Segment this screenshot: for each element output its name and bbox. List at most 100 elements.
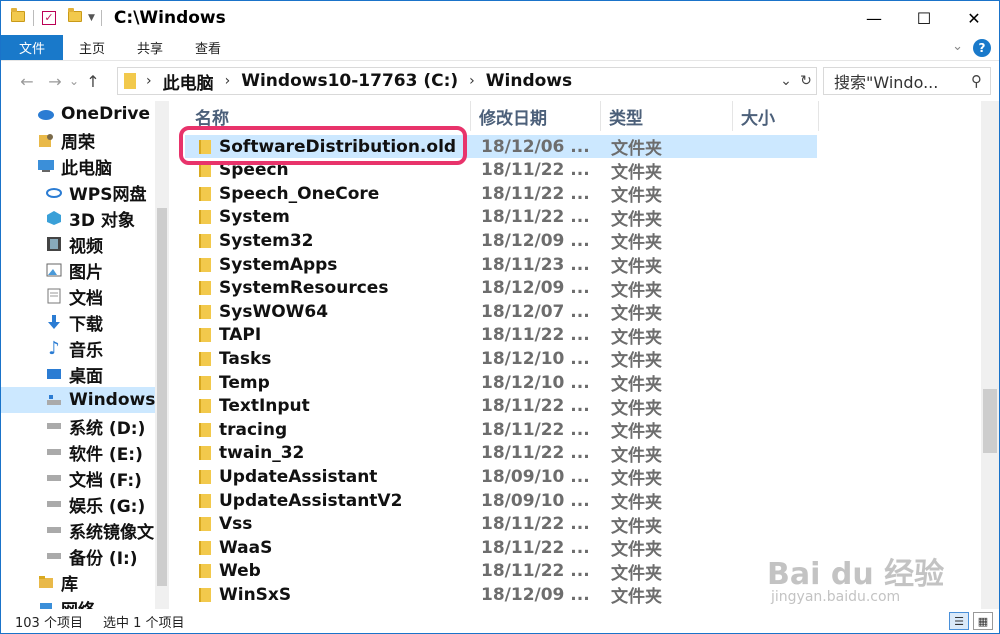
minimize-button[interactable]: —	[849, 1, 899, 35]
sidebar-item-music[interactable]: ♪ 音乐	[1, 335, 155, 361]
navigation-scrollbar[interactable]	[155, 101, 169, 609]
help-icon[interactable]: ?	[973, 39, 991, 57]
navigation-scrollbar-thumb[interactable]	[157, 208, 167, 586]
address-dropdown-icon[interactable]: ⌄	[776, 73, 796, 89]
table-row[interactable]: SysWOW64 18/12/07 ... 文件夹	[185, 300, 817, 324]
cube-icon	[45, 210, 63, 226]
search-icon[interactable]: ⚲	[971, 72, 982, 90]
table-row[interactable]: SystemResources 18/12/09 ... 文件夹	[185, 277, 817, 301]
breadcrumb-windows[interactable]: Windows	[486, 71, 572, 91]
table-row[interactable]: WaaS 18/11/22 ... 文件夹	[185, 536, 817, 560]
maximize-button[interactable]: ☐	[899, 1, 949, 35]
refresh-icon[interactable]: ↻	[796, 73, 816, 89]
folder-icon	[195, 540, 215, 555]
tab-share[interactable]: 共享	[121, 35, 179, 60]
back-button[interactable]: ←	[15, 72, 39, 91]
drive-windows-icon	[45, 392, 63, 408]
table-row[interactable]: UpdateAssistant 18/09/10 ... 文件夹	[185, 465, 817, 489]
quick-access-dropdown-icon[interactable]: ▼	[88, 13, 95, 23]
table-row[interactable]: TextInput 18/11/22 ... 文件夹	[185, 395, 817, 419]
file-name: twain_32	[219, 443, 305, 464]
sort-ascending-icon: ^	[343, 101, 352, 108]
folder-icon	[195, 186, 215, 201]
breadcrumb-separator[interactable]: ›	[225, 73, 231, 89]
sidebar-item-drive-f[interactable]: 文档 (F:)	[1, 465, 155, 491]
sidebar-item-system-image[interactable]: 系统镜像文	[1, 517, 155, 543]
sidebar-item-onedrive[interactable]: OneDrive	[1, 101, 155, 127]
table-row[interactable]: Web 18/11/22 ... 文件夹	[185, 560, 817, 584]
forward-button[interactable]: →	[43, 72, 67, 91]
sidebar-item-drive-e[interactable]: 软件 (E:)	[1, 439, 155, 465]
ribbon-tabs: 文件 主页 共享 查看 ⌄ ?	[1, 35, 999, 61]
file-modified-date: 18/12/09 ...	[481, 230, 590, 251]
tab-home[interactable]: 主页	[63, 35, 121, 60]
download-arrow-icon	[45, 314, 63, 330]
sidebar-item-pictures[interactable]: 图片	[1, 257, 155, 283]
table-row[interactable]: Temp 18/12/10 ... 文件夹	[185, 371, 817, 395]
table-row[interactable]: System 18/11/22 ... 文件夹	[185, 206, 817, 230]
breadcrumb-separator[interactable]: ›	[469, 73, 475, 89]
address-bar[interactable]: › 此电脑 › Windows10-17763 (C:) › Windows ⌄…	[117, 67, 817, 95]
breadcrumb-drive-c[interactable]: Windows10-17763 (C:)	[241, 71, 458, 91]
file-name: Vss	[219, 514, 253, 535]
table-row[interactable]: Speech 18/11/22 ... 文件夹	[185, 159, 817, 183]
properties-check-icon[interactable]: ✓	[42, 11, 56, 25]
expand-ribbon-icon[interactable]: ⌄	[952, 39, 963, 57]
close-button[interactable]: ✕	[949, 1, 999, 35]
recent-locations-icon[interactable]: ⌄	[67, 74, 81, 88]
file-type: 文件夹	[611, 398, 662, 419]
table-row[interactable]: Tasks 18/12/10 ... 文件夹	[185, 347, 817, 371]
up-button[interactable]: ↑	[81, 72, 105, 91]
sidebar-item-videos[interactable]: 视频	[1, 231, 155, 257]
sidebar-item-this-pc[interactable]: 此电脑	[1, 153, 155, 179]
new-folder-icon[interactable]	[68, 8, 82, 25]
folder-icon	[195, 304, 215, 319]
sidebar-item-network[interactable]: 网络	[1, 595, 155, 609]
folder-icon	[195, 257, 215, 272]
details-view-button[interactable]: ☰	[949, 612, 969, 630]
table-row[interactable]: Vss 18/11/22 ... 文件夹	[185, 513, 817, 537]
music-note-icon: ♪	[48, 337, 60, 359]
sidebar-item-3d-objects[interactable]: 3D 对象	[1, 205, 155, 231]
sidebar-item-wps[interactable]: WPS网盘	[1, 179, 155, 205]
table-row[interactable]: System32 18/12/09 ... 文件夹	[185, 229, 817, 253]
file-list-scrollbar[interactable]	[981, 101, 999, 609]
file-modified-date: 18/12/10 ...	[481, 372, 590, 393]
sidebar-item-library[interactable]: 库	[1, 569, 155, 595]
folder-icon	[195, 446, 215, 461]
sidebar-item-drive-d[interactable]: 系统 (D:)	[1, 413, 155, 439]
tab-file[interactable]: 文件	[1, 35, 64, 60]
table-row[interactable]: tracing 18/11/22 ... 文件夹	[185, 418, 817, 442]
sidebar-item-drive-g[interactable]: 娱乐 (G:)	[1, 491, 155, 517]
sidebar-item-downloads[interactable]: 下载	[1, 309, 155, 335]
sidebar-item-drive-i[interactable]: 备份 (I:)	[1, 543, 155, 569]
table-row[interactable]: WinSxS 18/12/09 ... 文件夹	[185, 583, 817, 607]
column-header-type[interactable]: 类型	[601, 101, 733, 131]
navigation-pane: OneDrive 周荣 此电脑 WPS网盘 3D 对象 视频 图片 文档 下载 …	[1, 101, 169, 609]
search-input[interactable]: 搜索"Windo... ⚲	[823, 67, 991, 95]
table-row[interactable]: twain_32 18/11/22 ... 文件夹	[185, 442, 817, 466]
sidebar-item-windows-drive[interactable]: Windows1	[1, 387, 155, 413]
table-row[interactable]: Speech_OneCore 18/11/22 ... 文件夹	[185, 182, 817, 206]
file-name: TextInput	[219, 396, 310, 417]
table-row[interactable]: TAPI 18/11/22 ... 文件夹	[185, 324, 817, 348]
folder-app-icon[interactable]	[11, 8, 25, 25]
column-header-size[interactable]: 大小	[733, 101, 819, 131]
column-header-date[interactable]: 修改日期	[471, 101, 601, 131]
table-row[interactable]: SystemApps 18/11/23 ... 文件夹	[185, 253, 817, 277]
sidebar-item-user[interactable]: 周荣	[1, 127, 155, 153]
file-type: 文件夹	[611, 375, 662, 395]
toolbar-divider	[100, 10, 102, 26]
large-icons-view-button[interactable]: ▦	[973, 612, 993, 630]
breadcrumb-this-pc[interactable]: 此电脑	[163, 69, 214, 94]
view-switcher: ☰ ▦	[949, 612, 993, 630]
column-header-name[interactable]: 名称 ^	[187, 101, 471, 131]
sidebar-item-documents[interactable]: 文档	[1, 283, 155, 309]
cloud-icon	[37, 106, 55, 122]
table-row[interactable]: SoftwareDistribution.old 18/12/06 ... 文件夹	[185, 135, 817, 159]
tab-view[interactable]: 查看	[179, 35, 237, 60]
file-list-scrollbar-thumb[interactable]	[983, 389, 997, 453]
file-name: Speech	[219, 160, 289, 181]
table-row[interactable]: UpdateAssistantV2 18/09/10 ... 文件夹	[185, 489, 817, 513]
sidebar-item-desktop[interactable]: 桌面	[1, 361, 155, 387]
